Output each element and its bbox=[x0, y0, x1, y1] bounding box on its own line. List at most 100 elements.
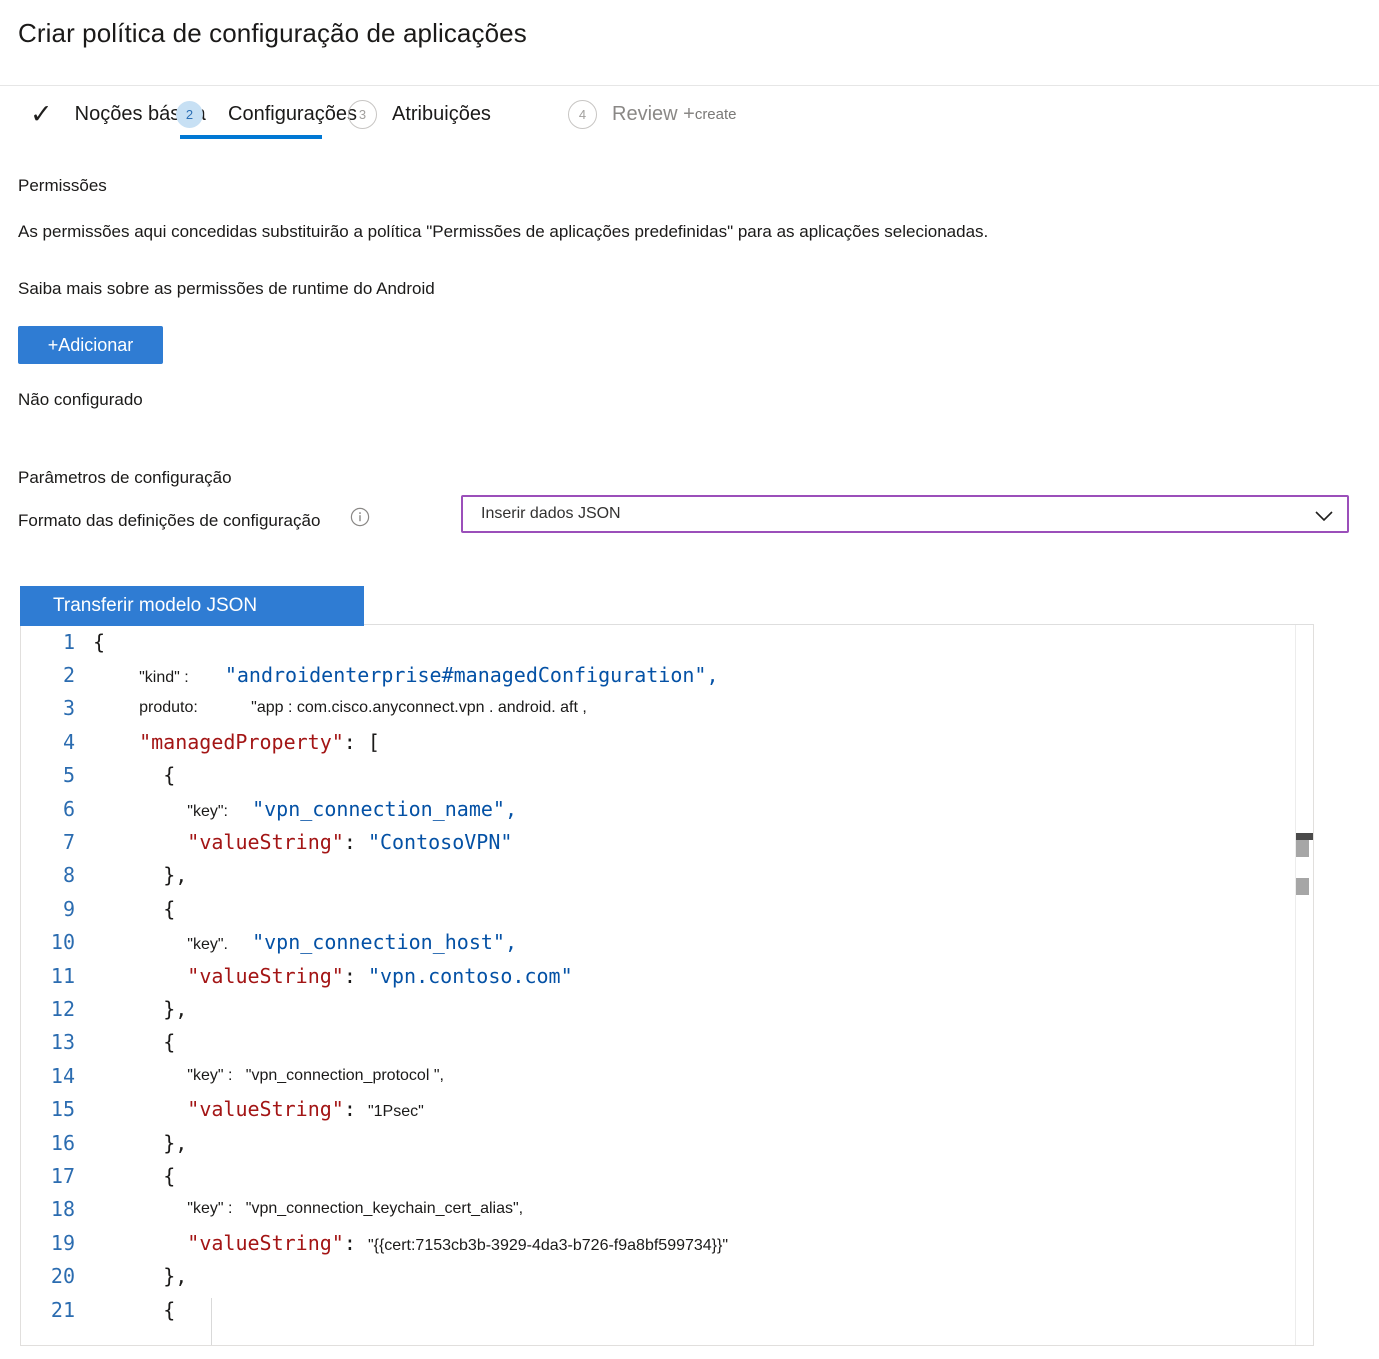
code-line-content: { bbox=[93, 897, 175, 921]
code-line-content: }, bbox=[93, 1131, 187, 1155]
code-line[interactable]: 9{ bbox=[21, 892, 1313, 925]
wizard-step-review-label-suffix: create bbox=[694, 105, 737, 123]
code-token: { bbox=[93, 629, 106, 654]
code-token: : [ bbox=[343, 729, 380, 754]
code-line-content: { bbox=[93, 630, 105, 654]
code-line-content: "valueString": "vpn.contoso.com" bbox=[93, 963, 573, 988]
permissions-learn-more-link[interactable]: Saiba mais sobre as permissões de runtim… bbox=[18, 279, 1361, 299]
code-line[interactable]: 8}, bbox=[21, 859, 1313, 892]
wizard-step-settings-label: Configurações bbox=[228, 102, 357, 125]
line-number: 6 bbox=[62, 796, 75, 821]
code-token: { bbox=[163, 763, 176, 788]
wizard-step-assignments-label: Atribuições bbox=[392, 102, 491, 125]
code-token: "vpn_connection_keychain_cert_alias", bbox=[232, 1200, 524, 1218]
code-token: }, bbox=[163, 863, 188, 888]
line-number: 3 bbox=[62, 696, 75, 721]
code-token: "managedProperty" bbox=[139, 729, 344, 754]
json-code-editor[interactable]: 1{ 2 "kind" : "androidenterprise#managedCo… bbox=[20, 624, 1314, 1346]
code-token: "{{cert:7153cb3b-3929-4da3-b726-f9a8bf59… bbox=[367, 1236, 729, 1254]
wizard-step-review-label: Review + bbox=[612, 102, 695, 125]
code-token: "vpn_connection_name", bbox=[228, 796, 517, 821]
line-number: 14 bbox=[50, 1063, 75, 1088]
code-token: "1Psec" bbox=[367, 1103, 424, 1121]
code-token: : bbox=[343, 830, 368, 855]
wizard-step-settings[interactable]: Configurações bbox=[228, 86, 357, 142]
scrollbar-thumb[interactable] bbox=[1296, 840, 1309, 857]
active-tab-underline bbox=[180, 135, 322, 139]
line-number: 19 bbox=[50, 1230, 75, 1255]
code-token: "valueString" bbox=[187, 963, 344, 988]
page-title: Criar política de configuração de aplica… bbox=[18, 18, 527, 48]
wizard-steps: ✓ Noções básica 2 Configurações 3 Atribu… bbox=[0, 86, 1379, 148]
code-token: "key": bbox=[187, 802, 228, 820]
code-token: "vpn_connection_host", bbox=[228, 930, 517, 955]
code-token: "key" : bbox=[187, 1200, 233, 1218]
add-permission-button[interactable]: +Adicionar bbox=[18, 326, 163, 364]
editor-vertical-scrollbar[interactable] bbox=[1295, 625, 1313, 1345]
code-line[interactable]: 21 { bbox=[21, 1293, 1313, 1326]
code-token: produto: bbox=[139, 699, 198, 717]
code-line[interactable]: 18 "key" : "vpn_connection_keychain_cert_… bbox=[21, 1193, 1313, 1226]
code-token: { bbox=[163, 896, 176, 921]
code-line-content: "key". "vpn_connection_host", bbox=[93, 930, 517, 954]
code-line[interactable]: 12}, bbox=[21, 992, 1313, 1025]
code-line[interactable]: 11 "valueString": "vpn.contoso.com" bbox=[21, 959, 1313, 992]
code-line-content: { bbox=[93, 1298, 175, 1322]
scrollbar-secondary-marker bbox=[1296, 878, 1309, 895]
wizard-step-assignments-badge[interactable]: 3 bbox=[348, 86, 377, 142]
permissions-heading: Permissões bbox=[18, 176, 107, 195]
code-line[interactable]: 2 "kind" : "androidenterprise#managedConf… bbox=[21, 658, 1313, 691]
code-token: "vpn_connection_protocol ", bbox=[232, 1066, 444, 1084]
wizard-step-assignments[interactable]: Atribuições bbox=[392, 86, 491, 142]
code-token: : bbox=[343, 963, 368, 988]
code-line-content: "managedProperty": [ bbox=[93, 730, 380, 754]
code-token: "kind" : bbox=[139, 669, 189, 687]
configuration-format-label: Formato das definições de configuração bbox=[18, 511, 321, 530]
code-line[interactable]: 5{ bbox=[21, 759, 1313, 792]
code-line[interactable]: 6 "key": "vpn_connection_name", bbox=[21, 792, 1313, 825]
configuration-format-select[interactable]: Inserir dados JSON bbox=[461, 495, 1349, 533]
line-number: 5 bbox=[62, 763, 75, 788]
code-line[interactable]: 1{ bbox=[21, 625, 1313, 658]
code-line[interactable]: 20}, bbox=[21, 1259, 1313, 1292]
code-token: "ContosoVPN" bbox=[367, 830, 513, 855]
configuration-format-row: Formato das definições de configuração I… bbox=[18, 495, 1361, 549]
line-number: 7 bbox=[62, 830, 75, 855]
wizard-step-review[interactable]: Review + create bbox=[612, 86, 737, 142]
wizard-step-review-badge[interactable]: 4 bbox=[568, 86, 597, 142]
line-number: 11 bbox=[50, 963, 75, 988]
code-line-content: "valueString": "1Psec" bbox=[93, 1097, 424, 1122]
code-line[interactable]: 13 { bbox=[21, 1026, 1313, 1059]
code-line-content: "valueString": "{{cert:7153cb3b-3929-4da… bbox=[93, 1231, 728, 1255]
code-line[interactable]: 14 "key" : "vpn_connection_protocol ", bbox=[21, 1059, 1313, 1092]
code-token: "valueString" bbox=[187, 1230, 344, 1255]
code-line[interactable]: 10 "key". "vpn_connection_host", bbox=[21, 926, 1313, 959]
line-number: 10 bbox=[50, 930, 75, 955]
code-line-content: "kind" : "androidenterprise#managedConfi… bbox=[93, 663, 718, 687]
check-icon: ✓ bbox=[30, 98, 53, 129]
code-line-content: "key" : "vpn_connection_protocol ", bbox=[93, 1067, 444, 1085]
line-number: 21 bbox=[50, 1297, 75, 1322]
code-token: : bbox=[343, 1097, 368, 1122]
code-token: "key" : bbox=[187, 1066, 233, 1084]
code-line[interactable]: 19 "valueString": "{{cert:7153cb3b-3929-4… bbox=[21, 1226, 1313, 1259]
code-line[interactable]: 3 produto: "app : com.cisco.anyconnect.vp… bbox=[21, 692, 1313, 725]
code-line[interactable]: 15 "valueString": "1Psec" bbox=[21, 1092, 1313, 1125]
code-line[interactable]: 4 "managedProperty": [ bbox=[21, 725, 1313, 758]
scrollbar-marker bbox=[1296, 833, 1313, 840]
step-number-badge-2: 2 bbox=[176, 100, 203, 128]
permissions-description: As permissões aqui concedidas substituir… bbox=[18, 222, 989, 241]
code-line-content: produto: "app : com.cisco.anyconnect.vpn… bbox=[93, 699, 587, 717]
code-line-content: }, bbox=[93, 863, 187, 887]
code-line[interactable]: 17 { bbox=[21, 1159, 1313, 1192]
step-number-badge-4: 4 bbox=[568, 99, 597, 129]
code-line[interactable]: 7 "valueString": "ContosoVPN" bbox=[21, 825, 1313, 858]
code-token: }, bbox=[163, 996, 188, 1021]
code-token: "vpn.contoso.com" bbox=[367, 963, 573, 988]
wizard-step-settings-badge[interactable]: 2 bbox=[176, 86, 203, 142]
line-number: 18 bbox=[50, 1197, 75, 1222]
info-icon[interactable] bbox=[350, 507, 370, 527]
code-line[interactable]: 16}, bbox=[21, 1126, 1313, 1159]
download-json-template-button[interactable]: Transferir modelo JSON bbox=[20, 586, 364, 626]
line-number: 2 bbox=[62, 663, 75, 688]
